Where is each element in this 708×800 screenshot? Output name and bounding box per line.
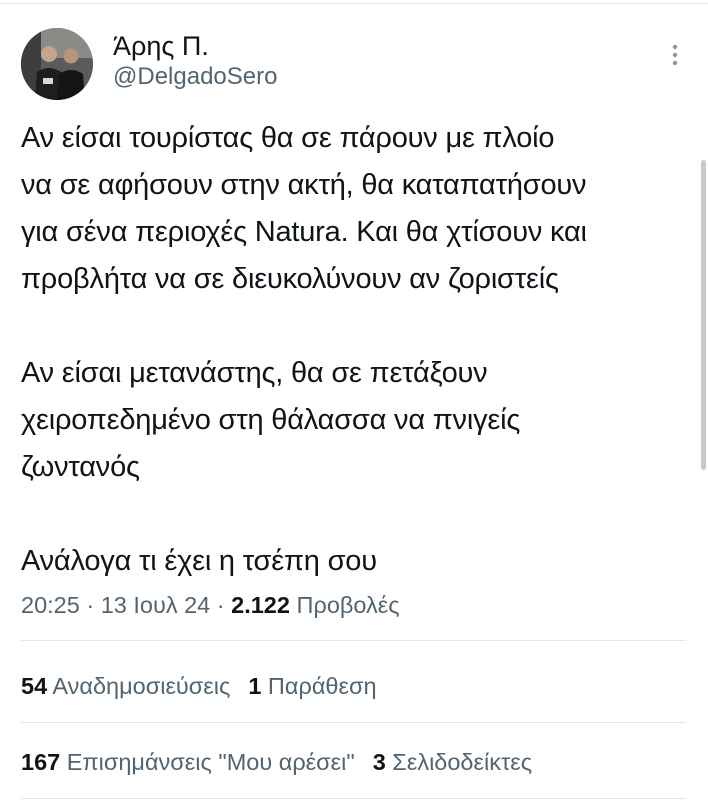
engagement-stats-row-2: 167 Επισημάνσεις "Μου αρέσει" 3 Σελιδοδεί… xyxy=(21,746,532,778)
avatar-photo xyxy=(21,28,93,100)
divider xyxy=(21,722,686,723)
likes-stat[interactable]: 167 Επισημάνσεις "Μου αρέσει" xyxy=(21,749,355,775)
reposts-label: Αναδημοσιεύσεις xyxy=(47,673,231,699)
engagement-stats-row-1: 54 Αναδημοσιεύσεις 1 Παράθεση xyxy=(21,670,377,702)
quotes-count: 1 xyxy=(248,673,262,699)
more-options-button[interactable] xyxy=(664,40,686,70)
divider xyxy=(21,640,686,641)
tweet-text: Αν είσαι τουρίστας θα σε πάρουν με πλοίο… xyxy=(21,122,587,577)
tweet-metadata: 20:25 · 13 Ιουλ 24 · 2.122 Προβολές xyxy=(21,589,400,621)
avatar[interactable] xyxy=(21,28,93,100)
quotes-stat[interactable]: 1 Παράθεση xyxy=(248,673,376,699)
views-label: Προβολές xyxy=(289,592,400,618)
likes-count: 167 xyxy=(21,749,61,775)
more-vertical-icon xyxy=(672,44,678,66)
user-handle[interactable]: @DelgadoSero xyxy=(113,62,277,92)
scrollbar[interactable] xyxy=(701,160,706,470)
reposts-count: 54 xyxy=(21,673,48,699)
meta-separator: · xyxy=(79,592,101,618)
reposts-stat[interactable]: 54 Αναδημοσιεύσεις xyxy=(21,673,230,699)
tweet-time[interactable]: 20:25 xyxy=(21,592,80,618)
bookmarks-count: 3 xyxy=(372,749,386,775)
meta-separator: · xyxy=(210,592,232,618)
display-name[interactable]: Άρης Π. xyxy=(113,30,209,62)
divider xyxy=(21,798,686,799)
bookmarks-stat[interactable]: 3 Σελιδοδείκτες xyxy=(373,749,532,775)
quotes-label: Παράθεση xyxy=(261,673,377,699)
views-count: 2.122 xyxy=(231,592,290,618)
tweet-date[interactable]: 13 Ιουλ 24 xyxy=(101,592,211,618)
likes-label: Επισημάνσεις "Μου αρέσει" xyxy=(60,749,355,775)
tweet-detail-page: Άρης Π. @DelgadoSero Αν είσαι τουρίστας … xyxy=(0,0,708,800)
top-divider xyxy=(0,3,708,4)
bookmarks-label: Σελιδοδείκτες xyxy=(385,749,533,775)
